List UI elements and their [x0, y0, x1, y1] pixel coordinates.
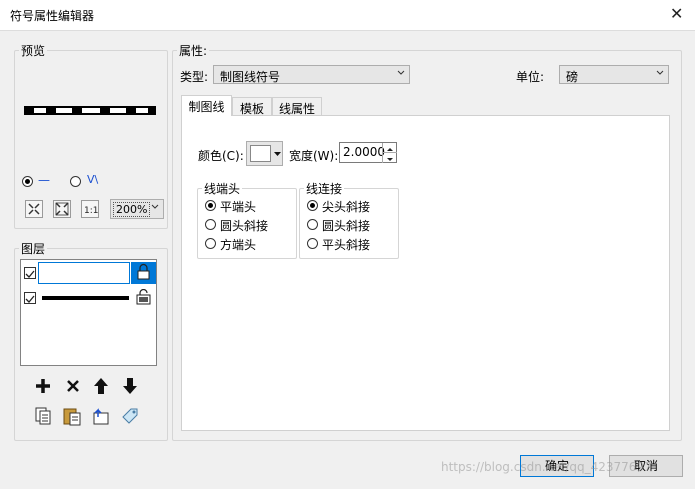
chevron-down-icon [397, 70, 405, 75]
join-round-label: 圆头斜接 [322, 219, 371, 233]
tab-line-properties[interactable]: 线属性 [272, 97, 322, 116]
layer-1-checkbox[interactable] [24, 267, 36, 279]
preview-mode-wave-label: ᐯ\ [87, 173, 99, 186]
reset-icon[interactable] [91, 406, 111, 426]
paste-icon[interactable] [62, 406, 82, 426]
type-label: 类型: [180, 70, 209, 84]
join-miter-label: 尖头斜接 [322, 200, 371, 214]
unit-label: 单位: [516, 70, 545, 84]
delete-layer-icon[interactable] [63, 376, 83, 396]
layer-2-checkbox[interactable] [24, 292, 36, 304]
preview-mode-line-radio[interactable] [22, 176, 33, 187]
cap-butt-radio[interactable] [205, 200, 216, 211]
line-cap-legend: 线端头 [204, 182, 241, 196]
zoom-out-button[interactable] [53, 200, 71, 218]
width-increase[interactable] [382, 143, 397, 152]
checkmark-icon [25, 295, 35, 303]
color-label: 颜色(C): [198, 149, 244, 163]
cap-butt-label: 平端头 [220, 200, 257, 214]
move-down-icon[interactable] [120, 376, 140, 396]
chevron-down-icon [656, 70, 664, 75]
layer-1-lock[interactable] [131, 262, 156, 284]
unit-value: 磅 [566, 70, 579, 84]
cap-square-radio[interactable] [205, 238, 216, 249]
watermark: https://blog.csdn.net/qq_42377697 [441, 460, 652, 474]
zoom-value: 200% [113, 202, 151, 217]
zoom-in-icon [28, 203, 40, 215]
preview-mode-line-label: — [38, 173, 50, 187]
properties-legend: 属性: [179, 44, 208, 58]
layers-legend: 图层 [21, 242, 46, 256]
svg-text:1:1: 1:1 [84, 206, 98, 216]
color-swatch [250, 145, 271, 162]
zoom-out-icon [55, 202, 69, 216]
preview-legend: 预览 [21, 44, 46, 58]
caret-down-icon [274, 152, 281, 156]
join-round-radio[interactable] [307, 219, 318, 230]
join-miter-radio[interactable] [307, 200, 318, 211]
width-value: 2.0000 [343, 145, 385, 159]
lock-icon [137, 263, 150, 280]
preview-mode-wave-radio[interactable] [70, 176, 81, 187]
chevron-down-icon [151, 204, 159, 209]
unit-select[interactable]: 磅 [559, 65, 669, 84]
zoom-in-button[interactable] [25, 200, 43, 218]
width-input[interactable]: 2.0000 [339, 142, 397, 163]
width-label: 宽度(W): [289, 149, 339, 163]
tab-cartoline[interactable]: 制图线 [181, 95, 232, 116]
width-decrease[interactable] [382, 152, 397, 163]
add-layer-icon[interactable] [33, 376, 53, 396]
actual-size-button[interactable]: 1:1 [81, 200, 99, 218]
line-join-legend: 线连接 [306, 182, 343, 196]
close-icon[interactable]: ✕ [670, 4, 683, 23]
spin-down-icon [387, 158, 393, 161]
window-title: 符号属性编辑器 [10, 9, 95, 23]
join-bevel-radio[interactable] [307, 238, 318, 249]
type-value: 制图线符号 [220, 70, 281, 84]
layer-2-preview[interactable] [42, 296, 129, 300]
tag-icon[interactable] [120, 406, 140, 426]
cap-round-label: 圆头斜接 [220, 219, 269, 233]
layer-1-preview[interactable] [38, 262, 130, 284]
title-bar [0, 0, 695, 31]
line-preview [24, 106, 156, 115]
zoom-select[interactable]: 200% [110, 199, 164, 219]
copy-icon[interactable] [33, 406, 53, 426]
join-bevel-label: 平头斜接 [322, 238, 371, 252]
unlock-icon [136, 288, 151, 305]
move-up-icon[interactable] [91, 376, 111, 396]
checkmark-icon [25, 270, 35, 278]
cap-square-label: 方端头 [220, 238, 257, 252]
cap-round-radio[interactable] [205, 219, 216, 230]
tab-template[interactable]: 模板 [232, 97, 272, 116]
color-picker[interactable] [246, 141, 283, 166]
type-select[interactable]: 制图线符号 [213, 65, 410, 84]
actual-size-icon: 1:1 [84, 206, 98, 216]
layer-2-lock[interactable] [136, 288, 152, 305]
